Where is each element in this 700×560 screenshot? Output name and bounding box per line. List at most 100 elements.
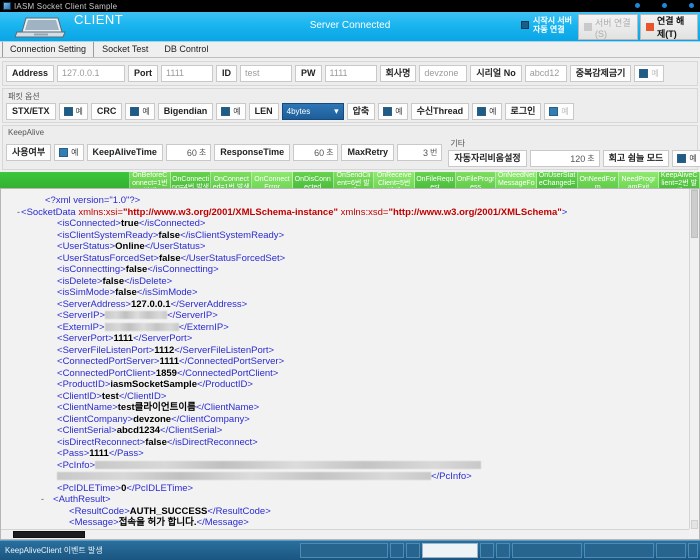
etc-row: 자동자리비움설정 120 초 회고 쉼늘 모드 예 — [448, 150, 700, 167]
xml-declaration-line: <?xml version="1.0"?> — [1, 195, 689, 207]
tab-connection-setting[interactable]: Connection Setting — [2, 41, 95, 57]
xml-node-ConnectedPortClient: <ConnectedPortClient>1859</ConnectedPort… — [57, 367, 279, 379]
auto-connect-checkbox[interactable]: 시작시 서버 자동 연결 — [520, 16, 572, 34]
response-time-label: ResponseTime — [214, 144, 291, 161]
etc-title: 기타 — [450, 139, 466, 148]
xml-node-ExternIP: <ExternIP> </ExternIP> — [57, 321, 229, 333]
root-tag-name: SocketData — [26, 206, 76, 218]
xml-pcinfo-line-2: </PcInfo> — [1, 471, 689, 483]
xml-root-line: - <SocketData xmlns:xsi="http://www.w3.o… — [1, 207, 689, 219]
status-cell-3 — [406, 543, 420, 558]
scroll-down-arrow-icon[interactable] — [691, 520, 698, 529]
bigendian-label: Bigendian — [157, 103, 214, 120]
connect-button-label: 서버 연결(S) — [595, 17, 631, 39]
xml-node-ServerFileListenPort: <ServerFileListenPort>1112</ServerFileLi… — [57, 344, 275, 356]
disconnect-button-label: 연결 해제(T) — [657, 16, 685, 39]
status-cell-5 — [496, 543, 510, 558]
keepalive-use-check-box[interactable] — [59, 148, 69, 157]
id-input[interactable]: test — [240, 65, 293, 82]
crc-checkbox[interactable]: 예 — [125, 103, 155, 120]
connect-button[interactable]: 서버 연결(S) — [578, 14, 638, 40]
disconnect-button[interactable]: 연결 해제(T) — [640, 14, 698, 40]
stx-etx-check-box[interactable] — [63, 107, 73, 116]
keepalive-time-input[interactable]: 60 초 — [165, 144, 212, 161]
stx-etx-checkbox[interactable]: 예 — [58, 103, 88, 120]
minimize-button[interactable] — [635, 3, 640, 8]
bigendian-checkbox[interactable]: 예 — [216, 103, 246, 120]
xml-content: <?xml version="1.0"?> - <SocketData xmln… — [1, 189, 689, 529]
status-cell-7 — [584, 543, 654, 558]
connection-row: Address 127.0.0.1 Port 1111 ID test PW 1… — [6, 65, 694, 82]
min-sleep-text: 예 — [689, 154, 697, 163]
pw-label: PW — [295, 65, 322, 82]
port-label: Port — [128, 65, 159, 82]
login-check-box[interactable] — [549, 107, 559, 116]
collapse-toggle-root[interactable]: - — [17, 207, 20, 219]
login-checkbox[interactable]: 예 — [544, 103, 574, 120]
horizontal-scroll-thumb[interactable] — [13, 531, 85, 538]
compress-check-box[interactable] — [383, 107, 393, 116]
pw-input[interactable]: 1111 — [324, 65, 377, 82]
min-sleep-checkbox[interactable]: 예 — [672, 150, 700, 167]
recv-thread-checkbox[interactable]: 예 — [472, 103, 502, 120]
collapse-toggle-authresult[interactable]: - — [41, 494, 44, 506]
xml-authresult-line: - <AuthResult> — [41, 494, 111, 506]
duplicate-block-checkbox[interactable]: 예 — [634, 65, 664, 82]
duplicate-block-check-box[interactable] — [639, 69, 649, 78]
play-icon — [584, 23, 592, 31]
window-titlebar: IASM Socket Client Sample — [0, 0, 700, 12]
crc-text: 예 — [142, 107, 150, 116]
status-bar: KeepAliveClient 이벤트 발생 — [0, 540, 700, 560]
xml-viewer-panel[interactable]: <?xml version="1.0"?> - <SocketData xmln… — [0, 188, 700, 540]
tab-db-control[interactable]: DB Control — [156, 41, 216, 57]
close-button[interactable] — [689, 3, 694, 8]
min-sleep-check-box[interactable] — [677, 154, 687, 163]
login-label: 로그인 — [504, 103, 542, 120]
status-cell-input[interactable] — [422, 543, 478, 558]
serial-input[interactable]: abcd12 — [524, 65, 567, 82]
window-controls[interactable] — [635, 3, 694, 8]
max-retry-input[interactable]: 3 번 — [397, 144, 443, 161]
main-tab-strip[interactable]: Connection Setting Socket Test DB Contro… — [0, 41, 700, 58]
vertical-scroll-thumb[interactable] — [691, 190, 698, 238]
packet-option-group: 패킷 옵션 STX/ETX 예 CRC 예 Bigendian 예 LEN 4b… — [2, 88, 698, 123]
status-cell-4 — [480, 543, 494, 558]
bigendian-check-box[interactable] — [221, 107, 231, 116]
response-time-input[interactable]: 60 초 — [293, 144, 339, 161]
crc-label: CRC — [90, 103, 123, 120]
tab-socket-test[interactable]: Socket Test — [94, 41, 156, 57]
keepalive-use-checkbox[interactable]: 예 — [54, 144, 84, 161]
xml-node-isClientSystemReady: <isClientSystemReady>false</isClientSyst… — [57, 229, 285, 241]
xml-node-ClientID: <ClientID>test</ClientID> — [57, 390, 167, 402]
recv-thread-check-box[interactable] — [477, 107, 487, 116]
chevron-down-icon: ▾ — [334, 106, 339, 116]
serial-label: 시리얼 No — [470, 65, 522, 82]
pcinfo-tag: PcInfo — [62, 459, 90, 471]
auto-away-input[interactable]: 120 초 — [529, 150, 600, 167]
address-input[interactable]: 127.0.0.1 — [57, 65, 126, 82]
connection-row-group: Address 127.0.0.1 Port 1111 ID test PW 1… — [2, 61, 698, 86]
window-title: IASM Socket Client Sample — [14, 1, 118, 11]
auto-away-unit: 초 — [587, 154, 595, 163]
max-retry-label: MaxRetry — [341, 144, 395, 161]
compress-checkbox[interactable]: 예 — [378, 103, 408, 120]
status-cell-8 — [656, 543, 686, 558]
company-input[interactable]: devzone — [419, 65, 468, 82]
xml-node-ServerIP: <ServerIP> </ServerIP> — [57, 310, 218, 321]
vertical-scrollbar[interactable] — [689, 189, 699, 529]
auto-connect-check-box[interactable] — [520, 21, 529, 29]
maximize-button[interactable] — [662, 3, 667, 8]
xml-node-isDirectReconnect: <isDirectReconnect>false</isDirectReconn… — [57, 436, 258, 448]
status-cell-1 — [300, 543, 388, 558]
status-cells — [300, 541, 700, 560]
port-input[interactable]: 1111 — [161, 65, 214, 82]
horizontal-scrollbar[interactable] — [1, 529, 689, 539]
xml-node-ConnectedPortServer: <ConnectedPortServer>1111</ConnectedPort… — [57, 356, 285, 367]
xml-node-ServerPort: <ServerPort>1111</ServerPort> — [57, 333, 193, 344]
root-close-bracket: > — [561, 206, 568, 218]
xml-node-isConnected: <isConnected>true</isConnected> — [57, 218, 206, 229]
len-dropdown[interactable]: 4bytes ▾ — [281, 103, 344, 120]
xml-node-ProductID: <ProductID>iasmSocketSample</ProductID> — [57, 379, 253, 390]
crc-check-box[interactable] — [130, 107, 140, 116]
redacted-pcinfo-2 — [57, 472, 431, 480]
